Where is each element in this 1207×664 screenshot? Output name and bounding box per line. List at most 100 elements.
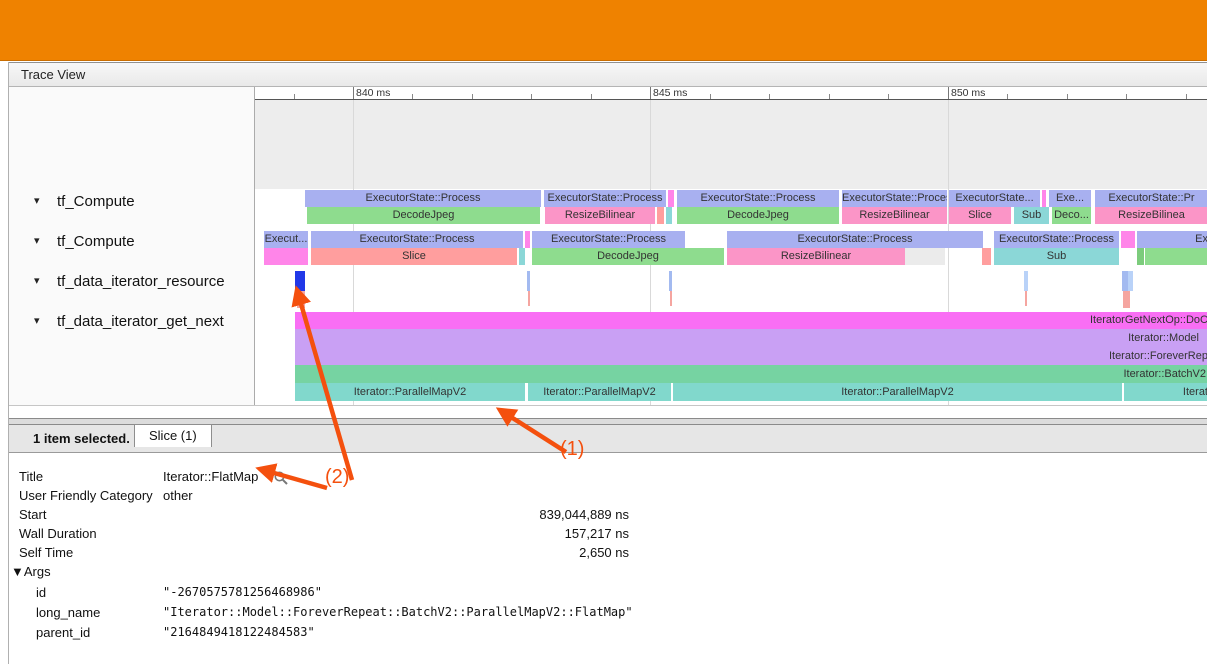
trace-slice[interactable]	[527, 271, 530, 291]
trace-slice-resizebilinear[interactable]: ResizeBilinear	[842, 207, 947, 224]
trace-slice-executorstate-process[interactable]: ExecutorState::Process	[677, 190, 839, 207]
trace-slice[interactable]	[528, 291, 530, 306]
trace-slice-executorstate-process[interactable]: ExecutorState::Process	[532, 231, 685, 248]
field-value-wall-duration: 157,217 ns	[163, 526, 629, 541]
trace-slice[interactable]	[1137, 248, 1144, 265]
trace-slice-decodejpeg[interactable]: DecodeJpeg	[532, 248, 724, 265]
trace-slice[interactable]	[1123, 291, 1130, 308]
trace-slice-decodejpeg[interactable]: DecodeJpeg	[677, 207, 839, 224]
details-panel: 1 item selected. Slice (1) Title Iterato…	[9, 418, 1207, 664]
trace-slice[interactable]	[264, 248, 308, 265]
collapse-triangle-icon[interactable]: ▾	[34, 314, 40, 327]
trace-slice-decodejpeg[interactable]: DecodeJpeg	[307, 207, 540, 224]
trace-slice-ex[interactable]: Ex	[1137, 231, 1207, 248]
arg-value-id: "-2670575781256468986"	[163, 585, 322, 599]
arg-key: long_name	[36, 605, 100, 620]
arg-key: id	[36, 585, 46, 600]
trace-slice[interactable]	[670, 291, 672, 306]
trace-slice-iterator-foreverrep[interactable]: Iterator::ForeverRep	[295, 347, 1207, 365]
trace-slice-exe-[interactable]: Exe...	[1049, 190, 1091, 207]
arg-row-parent-id: parent_id "2164849418122484583"	[9, 625, 709, 643]
field-label: User Friendly Category	[19, 488, 153, 503]
field-value-category: other	[163, 488, 193, 503]
sidebar-track-tf_data_iterator_resource-2[interactable]: ▾ tf_data_iterator_resource	[9, 273, 254, 291]
trace-slice[interactable]	[668, 190, 674, 207]
trace-slice[interactable]	[669, 271, 672, 291]
trace-slice-executorstate-process[interactable]: ExecutorState::Process	[842, 190, 947, 207]
tab-slice[interactable]: Slice (1)	[134, 424, 212, 447]
minor-tick	[1126, 94, 1127, 99]
trace-slice-iterator-parallelmapv2[interactable]: Iterator::ParallelMapV2	[295, 383, 525, 401]
field-row-title: Title Iterator::FlatMap	[9, 469, 709, 487]
track-sidebar: ▾tf_Compute▾tf_Compute▾tf_data_iterator_…	[9, 87, 254, 405]
collapse-triangle-icon[interactable]: ▾	[34, 234, 40, 247]
trace-slice[interactable]	[1042, 190, 1046, 207]
sidebar-track-tf_data_iterator_get_next-3[interactable]: ▾tf_data_iterator_get_next	[9, 313, 254, 331]
trace-slice-slice[interactable]: Slice	[949, 207, 1011, 224]
trace-slice-executorstate-pr[interactable]: ExecutorState::Pr	[1095, 190, 1207, 207]
trace-slice[interactable]	[1128, 271, 1133, 291]
trace-slice-iterator-batchv2[interactable]: Iterator::BatchV2	[295, 365, 1207, 383]
trace-slice[interactable]	[666, 207, 672, 224]
trace-slice-executorstate-process[interactable]: ExecutorState::Process	[305, 190, 541, 207]
trace-slice-sub[interactable]: Sub	[1014, 207, 1049, 224]
time-ruler: 840 ms845 ms850 ms	[255, 87, 1207, 100]
trace-slice[interactable]	[1121, 231, 1135, 248]
trace-slice-iterat[interactable]: Iterat	[1124, 383, 1207, 401]
trace-slice[interactable]	[519, 248, 525, 265]
trace-slice-executorstate-[interactable]: ExecutorState...	[949, 190, 1040, 207]
minor-tick	[591, 94, 592, 99]
trace-slice-executorstate-process[interactable]: ExecutorState::Process	[544, 190, 666, 207]
trace-slice-executorstate-process[interactable]: ExecutorState::Process	[311, 231, 523, 248]
trace-slice[interactable]	[1145, 248, 1207, 265]
trace-slice-iterator-parallelmapv2[interactable]: Iterator::ParallelMapV2	[528, 383, 671, 401]
field-row-category: User Friendly Category other	[9, 488, 709, 506]
trace-slice-resizebilinear[interactable]: ResizeBilinear	[545, 207, 655, 224]
sidebar-track-tf_Compute-1[interactable]: ▾tf_Compute	[9, 233, 254, 251]
minor-tick	[1186, 94, 1187, 99]
magnifier-icon[interactable]	[273, 470, 289, 486]
trace-slice-iterator-parallelmapv2[interactable]: Iterator::ParallelMapV2	[673, 383, 1122, 401]
trace-slice-resizebilinear[interactable]: ResizeBilinear	[727, 248, 905, 265]
field-value-start: 839,044,889 ns	[163, 507, 629, 522]
collapse-triangle-icon[interactable]: ▾	[34, 194, 40, 207]
field-row-wall-duration: Wall Duration 157,217 ns	[9, 526, 709, 544]
trace-slice-deco-[interactable]: Deco...	[1052, 207, 1091, 224]
minor-tick	[1067, 94, 1068, 99]
trace-slice[interactable]	[295, 271, 305, 291]
trace-slice[interactable]	[297, 291, 305, 308]
track-label: tf_data_iterator_resource	[57, 273, 225, 290]
arg-key: parent_id	[36, 625, 90, 640]
sidebar-track-tf_Compute-0[interactable]: ▾tf_Compute	[9, 193, 254, 211]
trace-slice-executorstate-process[interactable]: ExecutorState::Process	[994, 231, 1119, 248]
field-label: Wall Duration	[19, 526, 97, 541]
trace-view-title: Trace View	[21, 67, 85, 82]
arg-value-long-name: "Iterator::Model::ForeverRepeat::BatchV2…	[163, 605, 633, 619]
collapse-triangle-icon[interactable]: ▾	[34, 274, 40, 287]
arg-row-id: id "-2670575781256468986"	[9, 585, 709, 603]
trace-slice-sub[interactable]: Sub	[994, 248, 1119, 265]
field-value-title: Iterator::FlatMap	[163, 469, 258, 484]
timeline-area[interactable]: 840 ms845 ms850 ms ExecutorState::Proces…	[255, 87, 1207, 405]
trace-viewer-app: Trace View ▾tf_Compute▾tf_Compute▾tf_dat…	[0, 0, 1207, 664]
trace-slice[interactable]	[525, 231, 530, 248]
field-value-self-time: 2,650 ns	[163, 545, 629, 560]
minor-tick	[710, 94, 711, 99]
trace-slice[interactable]	[1025, 291, 1027, 306]
timeline-empty-band	[255, 100, 1207, 189]
trace-slice[interactable]	[905, 248, 945, 265]
trace-slice-slice[interactable]: Slice	[311, 248, 517, 265]
trace-slice-execut-[interactable]: Execut...	[264, 231, 308, 248]
trace-slice-executorstate-process[interactable]: ExecutorState::Process	[727, 231, 983, 248]
args-section-toggle[interactable]: ▼Args	[9, 564, 709, 582]
args-label: ▼Args	[11, 564, 51, 579]
top-orange-banner	[0, 0, 1207, 61]
trace-slice-resizebilinea[interactable]: ResizeBilinea	[1095, 207, 1207, 224]
trace-slice[interactable]	[1024, 271, 1028, 291]
trace-slice-iterator-model[interactable]: Iterator::Model	[295, 329, 1207, 347]
trace-slice-iteratorgetnextop-doc[interactable]: IteratorGetNextOp::DoC	[295, 312, 1207, 329]
major-tick	[650, 87, 651, 99]
trace-slice[interactable]	[657, 207, 664, 224]
trace-area: ▾tf_Compute▾tf_Compute▾tf_data_iterator_…	[9, 87, 1207, 406]
trace-slice[interactable]	[982, 248, 991, 265]
